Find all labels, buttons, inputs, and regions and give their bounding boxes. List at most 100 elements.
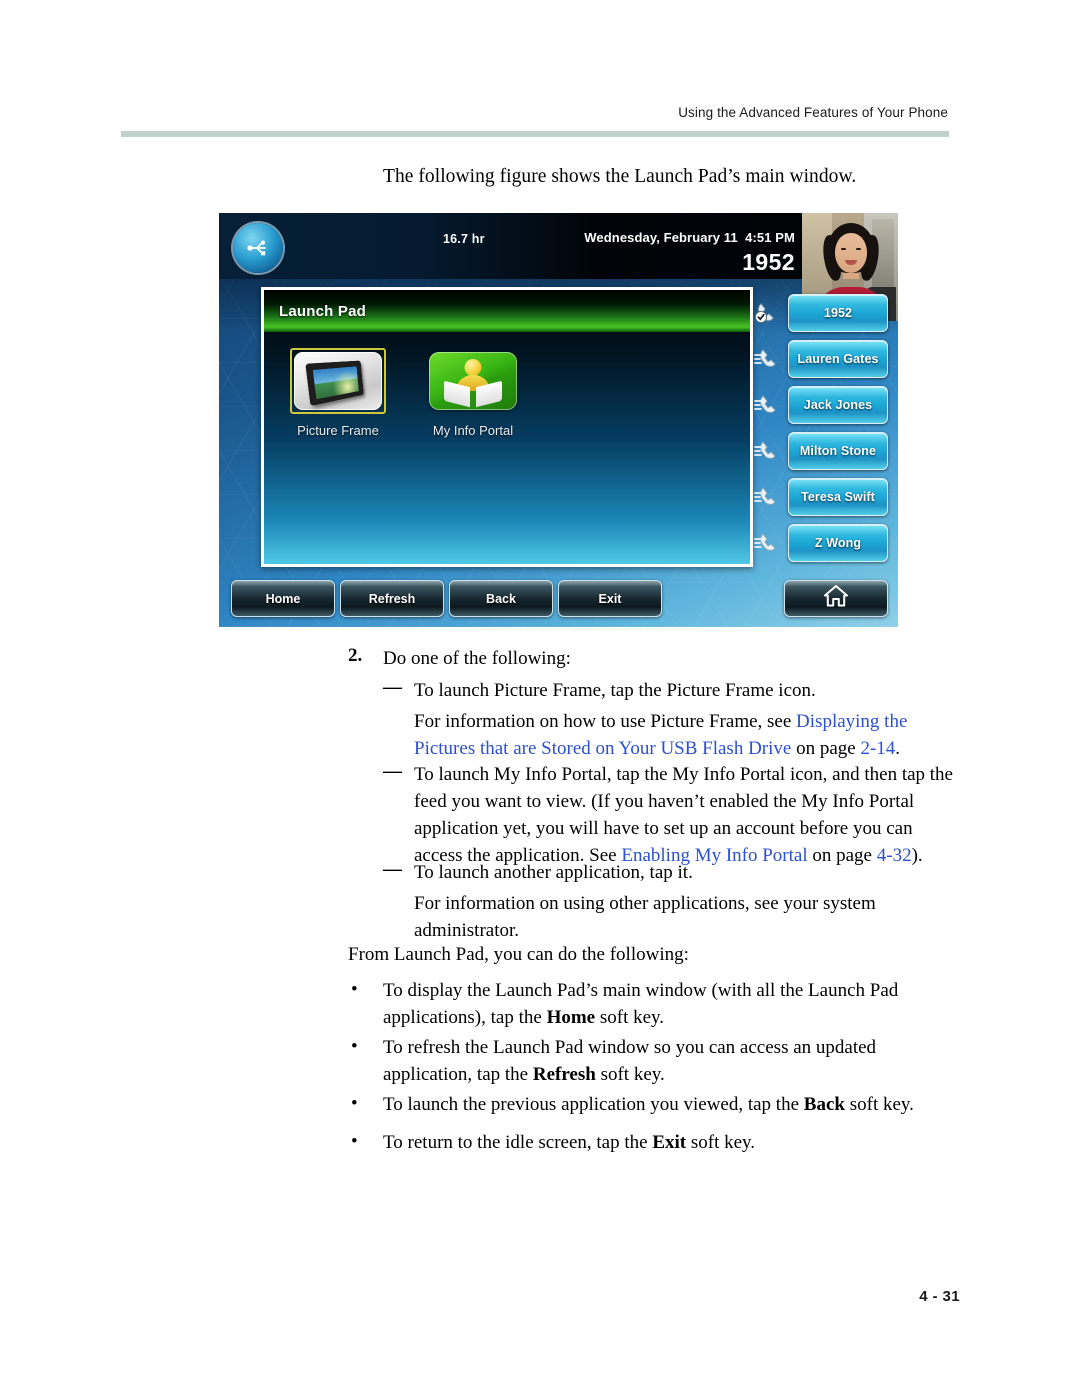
sub-bullet-3-text: To launch another application, tap it.: [414, 862, 693, 883]
avatar-eye-left: [841, 248, 846, 250]
bullet-back-b: soft key.: [844, 1094, 914, 1115]
usb-icon: [233, 223, 283, 273]
from-launch-pad-line: From Launch Pad, you can do the followin…: [348, 944, 689, 965]
page-number: 4 - 31: [919, 1288, 960, 1305]
mip-line-4c: ).: [911, 845, 923, 867]
line-key-row[interactable]: Milton Stone: [752, 429, 892, 475]
soft-key-exit[interactable]: Exit: [558, 580, 662, 617]
launch-pad-titlebar: Launch Pad: [264, 290, 750, 332]
soft-key-label: Exit: [598, 591, 622, 606]
step-2-text: Do one of the following:: [383, 648, 571, 669]
soft-key-name-refresh: Refresh: [532, 1064, 596, 1086]
bullet-refresh-line-2b: soft key.: [595, 1064, 665, 1086]
reader-head: [464, 359, 482, 376]
home-icon: [823, 584, 849, 613]
bullet-exit-text: To return to the idle screen, tap the Ex…: [383, 1129, 755, 1156]
link-displaying-pictures-part2[interactable]: Pictures that are Stored on Your USB Fla…: [414, 738, 791, 759]
soft-key-label: Refresh: [368, 591, 416, 606]
picture-frame-bezel: [305, 360, 364, 407]
sub-bullet-1-text: To launch Picture Frame, tap the Picture…: [414, 680, 816, 701]
line-key-row[interactable]: 1952: [752, 291, 892, 337]
home-key-button[interactable]: [784, 580, 888, 617]
other-apps-line-1: For information on using other applicati…: [414, 893, 876, 914]
link-page-4-32[interactable]: 4-32: [877, 845, 912, 866]
launch-pad-title: Launch Pad: [279, 302, 367, 320]
bullet-exit-a: To return to the idle screen, tap the: [383, 1132, 653, 1153]
app-label-my-info-portal: My Info Portal: [432, 423, 514, 438]
line-key-row[interactable]: Teresa Swift: [752, 475, 892, 521]
soft-key-name-home: Home: [546, 1007, 596, 1029]
avatar-mouth: [845, 260, 857, 265]
my-info-portal-glyph: [429, 352, 517, 410]
step-number-2: 2.: [348, 645, 363, 666]
launch-pad-window: Launch Pad Picture Frame My Info Portal: [261, 287, 753, 567]
bullet-home-line-2a: applications), tap the: [383, 1007, 547, 1029]
picture-frame-icon[interactable]: [290, 348, 386, 414]
soft-key-name-back: Back: [803, 1094, 845, 1115]
mip-line-4b: on page: [807, 845, 877, 867]
line-key-label: Teresa Swift: [801, 490, 875, 504]
dash-marker: —: [383, 761, 402, 782]
phone-screen-figure: 16.7 hr Wednesday, February 11 4:51 PM 1…: [219, 213, 898, 627]
other-apps-paragraph: For information on using other applicati…: [414, 890, 934, 944]
handset-icon: [754, 392, 784, 418]
line-key-button[interactable]: Teresa Swift: [788, 478, 888, 516]
bullet-marker: •: [351, 1093, 358, 1114]
picture-frame-photo: [312, 365, 359, 399]
link-page-2-14[interactable]: 2-14: [860, 738, 895, 759]
dash-marker: —: [383, 859, 402, 880]
bullet-home-text: To display the Launch Pad’s main window …: [383, 977, 928, 1031]
line-key-row[interactable]: Z Wong: [752, 521, 892, 567]
soft-key-back[interactable]: Back: [449, 580, 553, 617]
app-tile-my-info-portal[interactable]: My Info Portal: [425, 348, 521, 438]
my-info-portal-icon[interactable]: [425, 348, 521, 414]
running-header: Using the Advanced Features of Your Phon…: [678, 105, 948, 120]
line-key-button[interactable]: Jack Jones: [788, 386, 888, 424]
avatar-eye-right: [856, 248, 861, 250]
bullet-marker: •: [351, 979, 358, 1000]
line-key-label: Z Wong: [814, 536, 862, 550]
handset-icon: [754, 530, 784, 556]
app-tile-picture-frame[interactable]: Picture Frame: [290, 348, 386, 438]
pf-para-text-c: .: [895, 738, 901, 760]
soft-key-label: Home: [265, 591, 301, 606]
handset-icon: [754, 438, 784, 464]
bullet-home-line-1: To display the Launch Pad’s main window …: [383, 980, 899, 1001]
soft-key-refresh[interactable]: Refresh: [340, 580, 444, 617]
app-label-picture-frame: Picture Frame: [297, 423, 379, 438]
picture-frame-info-paragraph: For information on how to use Picture Fr…: [414, 708, 934, 762]
soft-key-name-exit: Exit: [652, 1132, 687, 1153]
soft-key-label: Back: [486, 591, 516, 606]
bullet-exit-b: soft key.: [686, 1132, 756, 1153]
status-bar: 16.7 hr Wednesday, February 11 4:51 PM 1…: [219, 213, 898, 279]
extension-number: 1952: [742, 249, 795, 275]
link-displaying-pictures-part1[interactable]: Displaying the: [796, 711, 907, 732]
line-key-label: Lauren Gates: [797, 352, 879, 366]
uptime-indicator: 16.7 hr: [443, 232, 485, 246]
bullet-refresh-line-1: To refresh the Launch Pad window so you …: [383, 1037, 877, 1058]
line-key-button[interactable]: 1952: [788, 294, 888, 332]
line-key-row[interactable]: Jack Jones: [752, 383, 892, 429]
line-key-row[interactable]: Lauren Gates: [752, 337, 892, 383]
mip-line-2: feed you want to view. (If you haven’t e…: [414, 791, 915, 813]
handset-icon: [754, 484, 784, 510]
soft-key-bar: Home Refresh Back Exit: [231, 580, 662, 617]
bullet-marker: •: [351, 1036, 358, 1057]
bullet-marker: •: [351, 1131, 358, 1152]
header-divider-rule: [121, 131, 949, 137]
line-key-button[interactable]: Lauren Gates: [788, 340, 888, 378]
dash-marker: —: [383, 677, 402, 698]
line-key-button[interactable]: Milton Stone: [788, 432, 888, 470]
sub-bullet-2-text: To launch My Info Portal, tap the My Inf…: [414, 761, 962, 870]
line-key-label: 1952: [823, 306, 853, 320]
pf-para-text-a: For information on how to use Picture Fr…: [414, 711, 797, 732]
line-key-button[interactable]: Z Wong: [788, 524, 888, 562]
picture-frame-glyph: [294, 352, 382, 410]
bullet-refresh-text: To refresh the Launch Pad window so you …: [383, 1034, 928, 1088]
soft-key-home[interactable]: Home: [231, 580, 335, 617]
mip-line-1: To launch My Info Portal, tap the My Inf…: [414, 764, 953, 785]
mip-line-3: application yet, you will have to set up…: [414, 818, 913, 840]
app-grid: Picture Frame My Info Portal: [290, 348, 521, 438]
bullet-refresh-line-2a: application, tap the: [383, 1064, 533, 1086]
line-key-label: Milton Stone: [799, 444, 877, 458]
